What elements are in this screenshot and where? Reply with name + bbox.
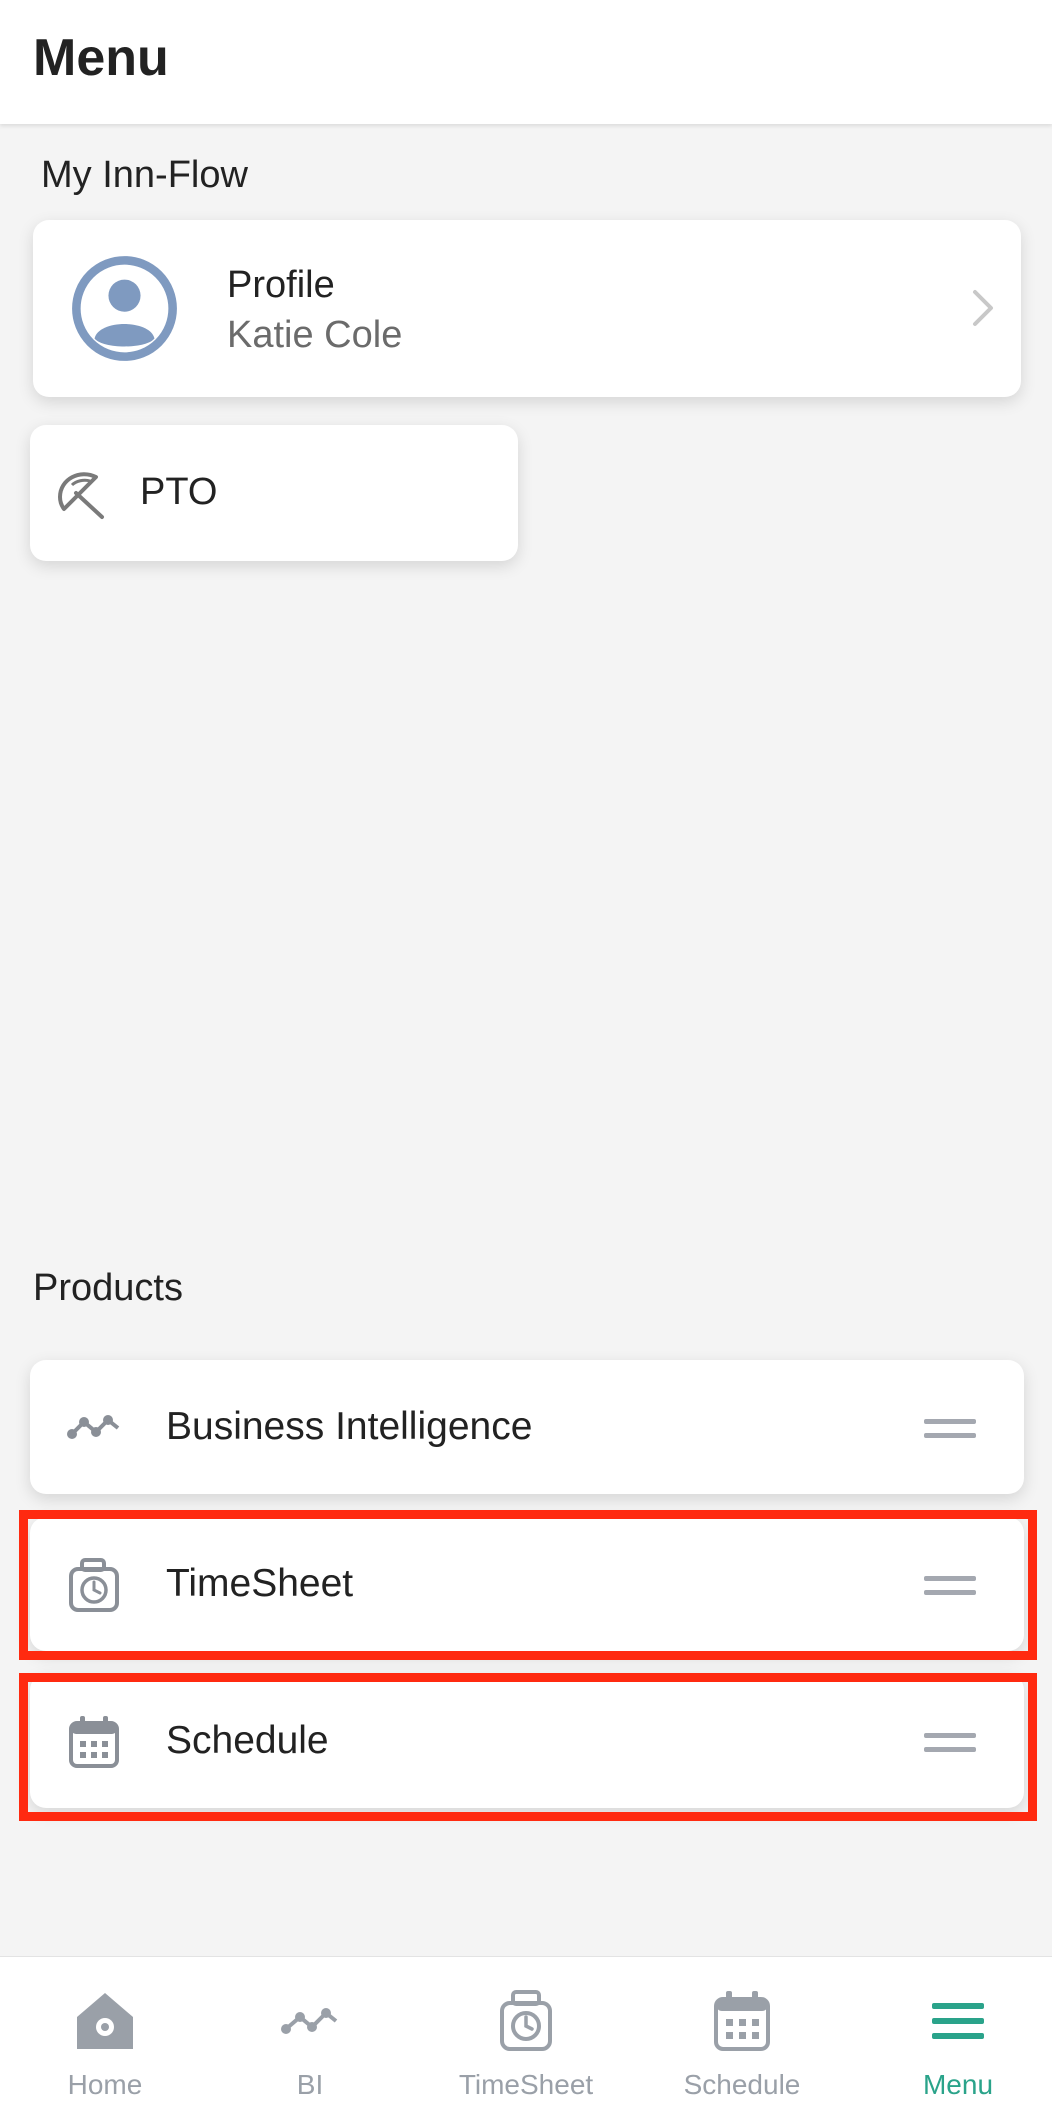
clock-badge-icon <box>69 1558 119 1612</box>
tab-label: Home <box>67 2069 143 2100</box>
tab-home[interactable]: Home <box>0 1957 210 2123</box>
product-label: Schedule <box>166 1719 329 1762</box>
avatar-icon <box>72 256 177 361</box>
drag-handle-icon[interactable] <box>924 1731 976 1755</box>
section-label-products: Products <box>33 1267 183 1309</box>
profile-card[interactable]: Profile Katie Cole <box>33 220 1021 397</box>
top-app-bar: Menu <box>0 0 1052 124</box>
product-label: TimeSheet <box>166 1562 354 1605</box>
pto-card[interactable]: PTO <box>30 425 518 561</box>
calendar-icon <box>714 1991 770 2051</box>
profile-title: Profile <box>227 264 335 306</box>
profile-user-name: Katie Cole <box>227 314 403 356</box>
product-item-business-intelligence[interactable]: Business Intelligence <box>30 1360 1024 1494</box>
trend-line-icon <box>281 2008 338 2034</box>
trend-line-icon <box>67 1415 120 1439</box>
tab-menu[interactable]: Menu <box>853 1957 1052 2123</box>
pto-label: PTO <box>140 471 218 513</box>
product-item-schedule[interactable]: Schedule <box>30 1674 1024 1808</box>
product-label: Business Intelligence <box>166 1405 533 1448</box>
tab-timesheet[interactable]: TimeSheet <box>421 1957 631 2123</box>
tab-label: TimeSheet <box>458 2069 594 2100</box>
chevron-right-icon <box>973 290 993 326</box>
tab-label-active: Menu <box>922 2069 994 2100</box>
product-item-timesheet[interactable]: TimeSheet <box>30 1517 1024 1651</box>
calendar-icon <box>69 1716 119 1768</box>
menu-icon <box>932 2003 984 2039</box>
tab-label: Schedule <box>683 2069 801 2100</box>
home-icon <box>77 1993 133 2049</box>
tab-schedule[interactable]: Schedule <box>637 1957 847 2123</box>
bottom-tab-bar: Home BI TimeSheet Schedule Menu <box>0 1956 1052 2123</box>
clock-badge-icon <box>500 1990 552 2051</box>
umbrella-icon <box>58 472 104 519</box>
drag-handle-icon[interactable] <box>924 1574 976 1598</box>
section-label-my-inn-flow: My Inn-Flow <box>41 154 248 196</box>
page-title: Menu <box>33 29 169 87</box>
tab-label: BI <box>296 2069 324 2100</box>
drag-handle-icon[interactable] <box>924 1417 976 1441</box>
tab-bi[interactable]: BI <box>205 1957 415 2123</box>
